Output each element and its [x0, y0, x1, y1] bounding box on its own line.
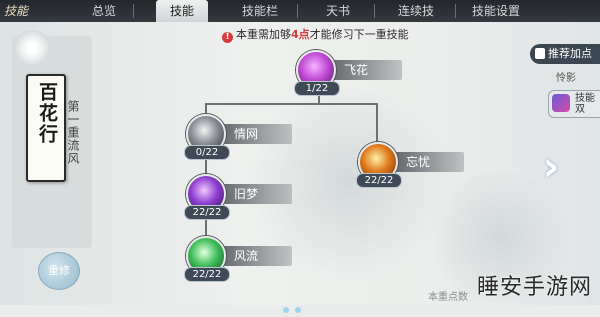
skill-level: 22/22	[184, 267, 230, 282]
recommend-label: 推荐加点	[548, 47, 592, 60]
tab-skill-bar[interactable]: 技能栏	[232, 0, 288, 22]
recommend-points-button[interactable]: 推荐加点	[530, 44, 600, 64]
skill-book-label-line1: 技能	[575, 93, 595, 104]
top-nav-bar: 技能 总览 技能 技能栏 天书 连续技 技能设置	[0, 0, 600, 23]
site-watermark: 睡安手游网	[476, 275, 592, 300]
next-page-arrow-icon[interactable]: ›	[540, 147, 562, 187]
skill-node-jiumeng[interactable]: 旧梦 22/22	[184, 174, 296, 220]
skill-name: 旧梦	[234, 187, 259, 201]
sect-name: 百花行	[36, 82, 58, 145]
thumbs-up-icon	[535, 48, 545, 59]
skill-level: 22/22	[356, 173, 402, 188]
skill-level: 1/22	[294, 81, 340, 96]
tree-connector	[376, 103, 378, 145]
skill-name: 忘忧	[406, 155, 431, 169]
notice-suffix: 才能修习下一重技能	[309, 28, 409, 41]
tab-combo[interactable]: 连续技	[388, 0, 444, 22]
tab-skills[interactable]: 技能	[156, 0, 208, 23]
build-name-label: 怜影	[552, 69, 580, 84]
points-note: 本重点数	[428, 292, 468, 303]
sect-name-banner: 百花行	[26, 74, 66, 182]
upgrade-requirement-notice: ! 本重需加够4点才能修习下一重技能	[222, 28, 409, 43]
skill-book-button[interactable]: 技能 双	[548, 90, 600, 118]
page-dot	[295, 307, 301, 313]
warning-icon: !	[222, 32, 233, 43]
window-corner-title: 技能	[4, 4, 29, 18]
skill-name: 情网	[234, 127, 259, 141]
skill-node-qingwang[interactable]: 情网 0/22	[184, 114, 296, 160]
tab-divider	[297, 4, 298, 18]
skill-node-feihua[interactable]: 飞花 1/22	[294, 50, 406, 96]
page-indicator	[283, 298, 307, 317]
skill-name: 飞花	[344, 63, 369, 77]
tab-divider	[133, 4, 134, 18]
tab-skill-settings[interactable]: 技能设置	[464, 0, 528, 22]
skill-name: 风流	[234, 249, 259, 263]
tab-heavenly-book[interactable]: 天书	[316, 0, 360, 22]
skill-level: 22/22	[184, 205, 230, 220]
reset-skills-button[interactable]: 重修	[38, 252, 80, 290]
page-dot	[283, 307, 289, 313]
skill-node-fengliu[interactable]: 风流 22/22	[184, 236, 296, 282]
skill-node-wangyou[interactable]: 忘忧 22/22	[356, 142, 468, 188]
tab-divider	[374, 4, 375, 18]
notice-prefix: 本重需加够	[236, 28, 291, 41]
skill-book-label-line2: 双	[575, 104, 585, 115]
flower-ornament-icon	[14, 30, 50, 66]
tab-divider	[455, 4, 456, 18]
skill-book-icon	[552, 94, 570, 112]
tab-overview[interactable]: 总览	[80, 0, 128, 22]
skill-level: 0/22	[184, 145, 230, 160]
tree-connector	[205, 103, 378, 105]
realm-label: 第一重流风	[66, 100, 80, 165]
notice-highlight: 4点	[291, 28, 310, 41]
